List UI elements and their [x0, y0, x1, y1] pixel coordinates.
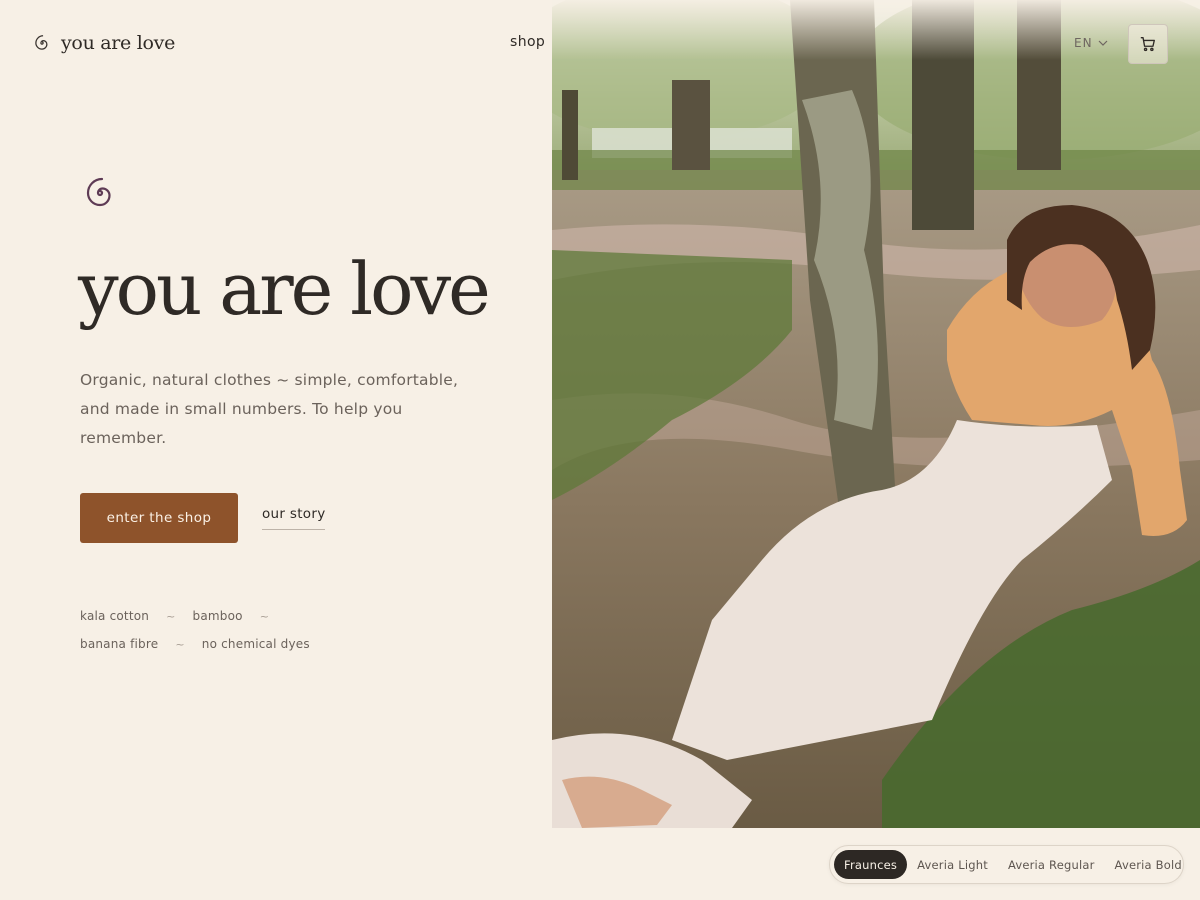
font-switcher: Fraunces Averia Light Averia Regular Ave… — [829, 845, 1184, 884]
enter-shop-button[interactable]: enter the shop — [80, 493, 238, 543]
material-item: banana fibre ~ — [80, 635, 202, 653]
brand-logo[interactable]: you are love — [33, 32, 175, 54]
nav-shop[interactable]: shop — [510, 34, 545, 50]
spiral-icon — [82, 175, 118, 211]
cart-icon — [1139, 35, 1157, 53]
material-separator: ~ — [166, 609, 176, 623]
material-label: bamboo — [192, 609, 243, 623]
font-option-averia-light[interactable]: Averia Light — [907, 850, 998, 879]
hero-photo — [552, 0, 1200, 828]
brand-name: you are love — [61, 32, 176, 54]
materials-list: kala cotton ~ bamboo ~ banana fibre ~ no… — [80, 607, 400, 653]
material-label: banana fibre — [80, 637, 159, 651]
material-separator: ~ — [175, 637, 185, 651]
language-selector[interactable]: EN — [1074, 36, 1108, 50]
font-option-averia-regular[interactable]: Averia Regular — [998, 850, 1105, 879]
material-item: kala cotton ~ — [80, 607, 193, 625]
our-story-link[interactable]: our story — [262, 506, 326, 530]
font-option-fraunces[interactable]: Fraunces — [834, 850, 908, 879]
material-separator: ~ — [259, 609, 270, 623]
hero-title: you are love — [78, 247, 491, 331]
cart-button[interactable] — [1128, 24, 1168, 64]
hero-description: Organic, natural clothes ~ simple, comfo… — [80, 371, 459, 447]
material-item: bamboo ~ — [193, 607, 287, 625]
language-label: EN — [1074, 36, 1093, 50]
spiral-icon — [33, 34, 51, 52]
chevron-down-icon — [1098, 40, 1108, 46]
material-label: no chemical dyes — [201, 637, 310, 651]
material-label: kala cotton — [80, 609, 150, 623]
font-option-averia-bold[interactable]: Averia Bold — [1105, 850, 1192, 879]
material-item: no chemical dyes — [202, 635, 310, 653]
